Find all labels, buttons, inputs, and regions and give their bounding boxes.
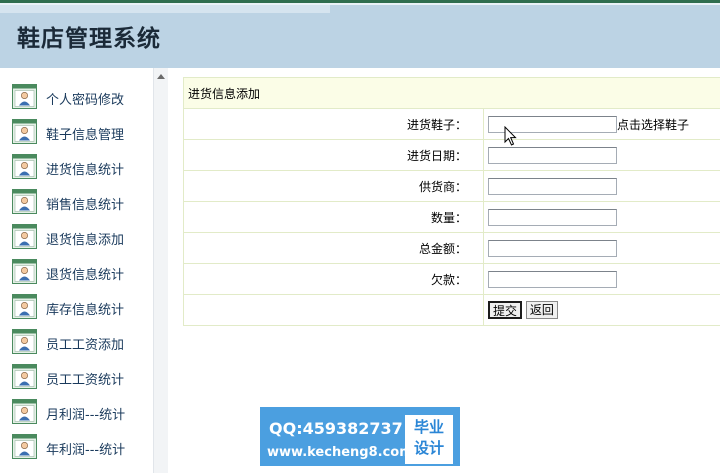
supplier-input[interactable]	[488, 177, 617, 195]
watermark-url: www.kecheng8.com	[267, 445, 413, 460]
submit-button[interactable]: 提交	[488, 301, 523, 319]
sidebar-item-label: 库存信息统计	[46, 303, 125, 318]
sidebar-item-label: 个人密码修改	[46, 93, 125, 108]
empty-label-cell	[183, 294, 484, 326]
watermark-badge-line1: 毕业	[413, 418, 444, 436]
sidebar-item-salary-stats[interactable]: 员工工资统计	[12, 361, 152, 391]
sidebar-item-label: 月利润---统计	[46, 408, 126, 423]
user-card-icon	[12, 154, 37, 179]
user-card-icon	[12, 189, 37, 214]
sidebar-item-inventory-stats[interactable]: 库存信息统计	[12, 291, 152, 321]
sidebar-item-label: 鞋子信息管理	[46, 128, 125, 143]
sidebar-item-salary-add[interactable]: 员工工资添加	[12, 326, 152, 356]
app-header: 鞋店管理系统	[0, 5, 720, 68]
user-card-icon	[12, 329, 37, 354]
watermark-badge-line2: 设计	[413, 439, 444, 457]
back-button[interactable]: 返回	[525, 301, 558, 319]
user-card-icon	[12, 364, 37, 389]
user-card-icon	[12, 84, 37, 109]
field-label-quantity: 数量：	[183, 201, 484, 233]
user-card-icon	[12, 399, 37, 424]
sidebar-item-shoe-management[interactable]: 鞋子信息管理	[12, 116, 152, 146]
sidebar-item-label: 销售信息统计	[46, 198, 125, 213]
sidebar-item-label: 员工工资统计	[46, 373, 125, 388]
sidebar-item-label: 退货信息添加	[46, 233, 125, 248]
debt-input[interactable]	[488, 270, 617, 288]
header-highlight	[0, 5, 330, 13]
user-card-icon	[12, 119, 37, 144]
sidebar-item-return-add[interactable]: 退货信息添加	[12, 221, 152, 251]
field-label-total: 总金额：	[183, 232, 484, 264]
purchase-date-input[interactable]	[488, 146, 617, 164]
sidebar-item-change-password[interactable]: 个人密码修改	[12, 81, 152, 111]
watermark-qq: QQ:459382737	[269, 419, 403, 438]
field-label-debt: 欠款：	[183, 263, 484, 295]
user-card-icon	[12, 294, 37, 319]
field-label-supplier: 供货商：	[183, 170, 484, 202]
user-card-icon	[12, 224, 37, 249]
select-shoe-link[interactable]: 点击选择鞋子	[617, 118, 689, 132]
field-label-shoe: 进货鞋子：	[183, 108, 484, 140]
sidebar-nav: 个人密码修改 鞋子信息管理 进货信息统计 销售信息统计 退货信息添加 退货信息统…	[0, 68, 153, 473]
field-label-date: 进货日期：	[183, 139, 484, 171]
sidebar-item-label: 员工工资添加	[46, 338, 125, 353]
user-card-icon	[12, 259, 37, 284]
sidebar-item-purchase-stats[interactable]: 进货信息统计	[12, 151, 152, 181]
sidebar-item-return-stats[interactable]: 退货信息统计	[12, 256, 152, 286]
quantity-input[interactable]	[488, 208, 617, 226]
sidebar-scrollbar[interactable]	[153, 68, 168, 473]
sidebar-item-yearly-profit[interactable]: 年利润---统计	[12, 431, 152, 461]
user-card-icon	[12, 434, 37, 459]
total-amount-input[interactable]	[488, 239, 617, 257]
form-title: 进货信息添加	[183, 77, 720, 109]
watermark-badge: 毕业 设计	[405, 415, 453, 464]
purchase-add-form: 进货信息添加 进货鞋子： 点击选择鞋子 进货日期： 供货商： 数量： 总金额： …	[183, 77, 720, 326]
app-title: 鞋店管理系统	[17, 26, 161, 52]
scroll-up-arrow-icon[interactable]	[157, 74, 165, 79]
sidebar-item-label: 退货信息统计	[46, 268, 125, 283]
sidebar-item-label: 进货信息统计	[46, 163, 125, 178]
watermark-banner: QQ:459382737 www.kecheng8.com 毕业 设计	[260, 407, 460, 466]
sidebar-item-monthly-profit[interactable]: 月利润---统计	[12, 396, 152, 426]
sidebar-item-label: 年利润---统计	[46, 443, 126, 458]
mouse-pointer-icon	[504, 126, 517, 146]
sidebar-item-sales-stats[interactable]: 销售信息统计	[12, 186, 152, 216]
